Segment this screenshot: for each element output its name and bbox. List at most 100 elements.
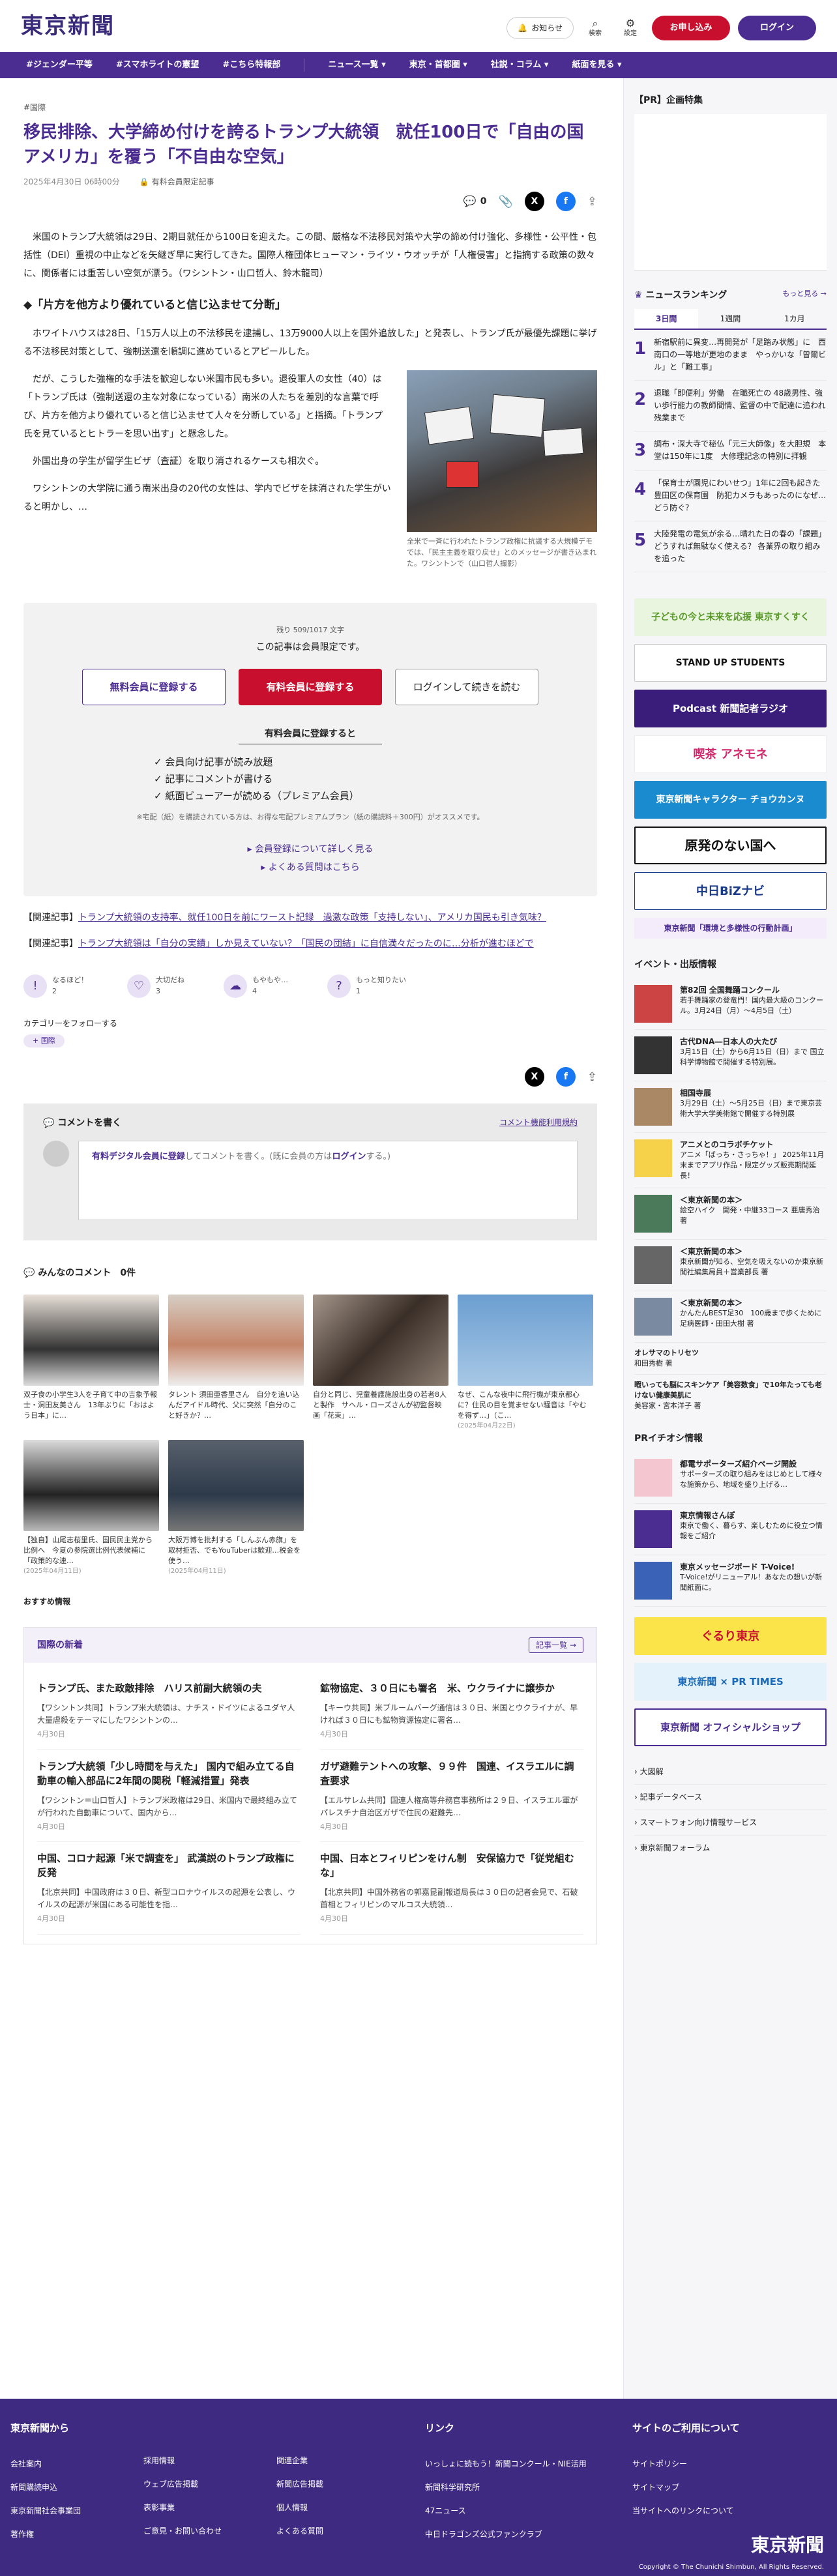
- footer-link[interactable]: サイトポリシー: [632, 2458, 740, 2481]
- nav-item-gender[interactable]: #ジェンダー平等: [26, 59, 93, 72]
- book-item[interactable]: オレサマのトリセツ 和田秀樹 著: [634, 1343, 827, 1375]
- footer-link[interactable]: 47ニュース: [425, 2505, 587, 2528]
- side-link[interactable]: › 記事データベース: [634, 1785, 827, 1810]
- faq-link[interactable]: ▸ よくある質問はこちら: [50, 858, 571, 877]
- banner-podcast[interactable]: Podcast 新聞記者ラジオ: [634, 690, 827, 727]
- side-link[interactable]: › 大図解: [634, 1759, 827, 1785]
- event-item[interactable]: 第82回 全国舞踊コンクール 若手舞踊家の登竜門！国内最大級のコンクール。3月24…: [634, 978, 827, 1030]
- list-item[interactable]: タレント 須田亜香里さん 自分を追い込んだアイドル時代、父に突然「自分のこと好き…: [168, 1295, 304, 1431]
- event-item[interactable]: アニメとのコラボチケット アニメ「ばっち・さっちゃ！」 2025年11月末までアプ…: [634, 1133, 827, 1188]
- footer-link[interactable]: 新聞広告掲載: [276, 2478, 323, 2502]
- ranking-item[interactable]: 1 新宿駅前に異変…再開発が「足踏み状態」に 西南口の一等地が更地のまま やっかい…: [634, 330, 827, 381]
- list-item[interactable]: 自分と同じ、児童養護施設出身の若者8人と製作 サヘル・ローズさんが初監督映画「花…: [313, 1295, 448, 1431]
- footer-link[interactable]: 個人情報: [276, 2502, 323, 2525]
- footer-link[interactable]: ご意見・お問い合わせ: [143, 2525, 222, 2549]
- nav-item-tokuhoubu[interactable]: #こちら特報部: [222, 59, 280, 72]
- nav-item-paper[interactable]: 紙面を見る ▾: [572, 59, 621, 72]
- footer-link[interactable]: よくある質問: [276, 2525, 323, 2549]
- related-link[interactable]: トランプ大統領は「自分の実績」しか見えていない？「国民の団結」に自信満々だったの…: [78, 939, 534, 949]
- footer-link[interactable]: 関連企業: [276, 2455, 323, 2478]
- footer-logo[interactable]: 東京新聞: [751, 2532, 824, 2559]
- nav-item-editorial[interactable]: 社説・コラム ▾: [491, 59, 549, 72]
- news-item[interactable]: 中国、日本とフィリピンをけん制 安保協力で「従党組むな」 【北京共同】中国外務省の…: [320, 1842, 583, 1935]
- event-item[interactable]: ＜東京新聞の本＞ かんたんBEST足30 100歳まで歩くために 足病医師・田田大…: [634, 1291, 827, 1343]
- register-link[interactable]: 有料デジタル会員に登録: [92, 1152, 185, 1162]
- side-link[interactable]: › 東京新聞フォーラム: [634, 1836, 827, 1860]
- reaction-naruhodo[interactable]: ! なるほど！ 2: [23, 974, 88, 998]
- footer-link[interactable]: サイトマップ: [632, 2481, 740, 2505]
- event-item[interactable]: ＜東京新聞の本＞ 絵空ハイク 開発・中継33コース 亜唐秀治 著: [634, 1188, 827, 1240]
- footer-link[interactable]: 東京新聞社会事業団: [10, 2505, 81, 2528]
- footer-link[interactable]: 採用情報: [143, 2455, 222, 2478]
- footer-link[interactable]: いっしょに読もう！新聞コンクール・NIE活用: [425, 2458, 587, 2481]
- member-info-link[interactable]: ▸ 会員登録について詳しく見る: [50, 840, 571, 858]
- banner-prtimes[interactable]: 東京新聞 × PR TIMES: [634, 1663, 827, 1701]
- event-item[interactable]: 古代DNA―日本人の大たび 3月15日（土）から6月15日（日）まで 国立科学博物…: [634, 1030, 827, 1081]
- login-continue-button[interactable]: ログインして続きを読む: [395, 669, 538, 705]
- pr-item[interactable]: 都電サポーターズ紹介ページ開設 サポーターズの取り組みをはじめとして様々な施策から…: [634, 1452, 827, 1504]
- banner-shop[interactable]: 東京新聞 オフィシャルショップ: [634, 1708, 827, 1746]
- protest-photo[interactable]: [407, 370, 597, 532]
- settings-button[interactable]: ⚙ 設定: [617, 14, 644, 42]
- footer-link[interactable]: 表彰事業: [143, 2502, 222, 2525]
- news-item[interactable]: 中国、コロナ起源「米で調査を」 武漢説のトランプ政権に反発 【北京共同】中国政府は…: [37, 1842, 301, 1935]
- list-item[interactable]: 双子食の小学生3人を子育て中の吉象予報士・洞田友美さん 13年ぶりに「おはよう日…: [23, 1295, 159, 1431]
- comment-login-link[interactable]: ログイン: [332, 1152, 366, 1162]
- free-register-button[interactable]: 無料会員に登録する: [82, 669, 226, 705]
- paid-register-button[interactable]: 有料会員に登録する: [239, 669, 382, 705]
- reaction-motto[interactable]: ? もっと知りたい 1: [327, 974, 406, 998]
- banner-anemone[interactable]: 喫茶 アネモネ: [634, 735, 827, 773]
- tab-1week[interactable]: 1週間: [698, 309, 762, 329]
- tab-1month[interactable]: 1カ月: [763, 309, 827, 329]
- event-item[interactable]: 相国寺展 3月29日（土）〜5月25日（日）まで東京芸術大学大学美術館で開催する特…: [634, 1081, 827, 1133]
- comment-input[interactable]: 有料デジタル会員に登録してコメントを書く。(既に会員の方はログインする。): [78, 1141, 578, 1220]
- pr-item[interactable]: 東京メッセージボード T-Voice! T-Voice!がリニューアル！あなたの想…: [634, 1555, 827, 1607]
- news-list-button[interactable]: 記事一覧 →: [529, 1637, 583, 1653]
- footer-link[interactable]: 当サイトへのリンクについて: [632, 2505, 740, 2528]
- news-item[interactable]: トランプ氏、また政敵排除 ハリス前副大統領の夫 【ワシントン共同】トランプ米大統領…: [37, 1672, 301, 1750]
- nav-item-smartphone[interactable]: #スマホライトの憲望: [116, 59, 199, 72]
- ranking-item[interactable]: 3 調布・深大寺で秘仏「元三大師像」を大胆規 本堂は150年に1度 大修理記念の特…: [634, 432, 827, 471]
- banner-bizbavi[interactable]: 中日BiZナビ: [634, 872, 827, 910]
- banner-sukusuku[interactable]: 子どもの今と未来を応援 東京すくすく: [634, 598, 827, 636]
- search-button[interactable]: ⌕ 検索: [581, 14, 609, 42]
- x-share-icon[interactable]: X: [524, 192, 544, 211]
- news-item[interactable]: ガザ避難テントへの攻撃、９９件 国連、イスラエルに調査要求 【エルサレム共同】国連…: [320, 1750, 583, 1842]
- news-item[interactable]: 鉱物協定、３０日にも署名 米、ウクライナに譲歩か 【キーウ共同】米ブルームバーグ通…: [320, 1672, 583, 1750]
- nav-item-tokyo[interactable]: 東京・首都圏 ▾: [409, 59, 467, 72]
- footer-link[interactable]: 新聞科学研究所: [425, 2481, 587, 2505]
- facebook-share-icon[interactable]: f: [555, 1067, 576, 1087]
- login-button[interactable]: ログイン: [738, 16, 816, 40]
- list-item[interactable]: 【独自】山尾志桜里氏、国民民主党から比例へ 今夏の参院選比例代表候補に「政策的な…: [23, 1440, 159, 1576]
- footer-link[interactable]: 会社案内: [10, 2458, 81, 2481]
- apply-button[interactable]: お申し込み: [652, 16, 730, 40]
- banner-chokanu[interactable]: 東京新聞キャラクター チョウカンヌ: [634, 781, 827, 819]
- banner-gururi[interactable]: ぐるり東京: [634, 1617, 827, 1655]
- follow-tag-button[interactable]: + 国際: [23, 1034, 65, 1047]
- x-share-icon[interactable]: X: [524, 1067, 544, 1087]
- list-item[interactable]: 大阪万博を批判する「しんぶん赤旗」を取材拒否、でもYouTuberは歓迎…税金を…: [168, 1440, 304, 1576]
- book-item[interactable]: 暇いっても脳にスキンケア「美容数食」で10年たっても老けない健康美肌に 美容家・宮…: [634, 1375, 827, 1416]
- site-logo[interactable]: 東京新聞: [21, 10, 115, 43]
- comment-rules-link[interactable]: コメント機能利用規約: [499, 1117, 578, 1130]
- pr-item[interactable]: 東京情報さんぽ 東京で働く、暮らす、楽しむために役立つ情報をご紹介: [634, 1504, 827, 1555]
- reaction-moyamoya[interactable]: ☁ もやもや… 4: [224, 974, 288, 998]
- notice-button[interactable]: 🔔 お知らせ: [507, 17, 574, 39]
- tab-3days[interactable]: 3日間: [634, 309, 699, 329]
- clip-icon[interactable]: 📎: [498, 193, 512, 211]
- ranking-more-link[interactable]: もっと見る →: [782, 289, 827, 309]
- category-tag[interactable]: #国際: [23, 102, 597, 113]
- facebook-share-icon[interactable]: f: [555, 192, 576, 211]
- footer-link[interactable]: 中日ドラゴンズ公式ファンクラブ: [425, 2528, 587, 2552]
- side-link[interactable]: › スマートフォン向け情報サービス: [634, 1810, 827, 1836]
- share-icon[interactable]: ⇪: [587, 1068, 597, 1086]
- related-link[interactable]: トランプ大統領の支持率、就任100日を前にワースト記録 過激な政策「支持しない」…: [78, 913, 546, 923]
- ranking-item[interactable]: 2 退職「即便利」労働 在職死亡の 48歳男性、強い歩行能力の教師間情、監督の中で…: [634, 381, 827, 432]
- footer-link[interactable]: 新聞購読申込: [10, 2481, 81, 2505]
- share-icon[interactable]: ⇪: [587, 193, 597, 211]
- banner-genpatsu[interactable]: 原発のない国へ: [634, 827, 827, 864]
- reaction-taisetsu[interactable]: ♡ 大切だね 3: [127, 974, 184, 998]
- ranking-item[interactable]: 5 大陸発電の電気が余る…晴れた日の春の「課題」 どうすれば無駄なく使える？ 各業…: [634, 521, 827, 572]
- comment-icon[interactable]: 💬: [463, 194, 477, 209]
- event-item[interactable]: ＜東京新聞の本＞ 東京新聞が知る、空気を吸えないのか東京新聞社編集局員＋営業部長 …: [634, 1240, 827, 1291]
